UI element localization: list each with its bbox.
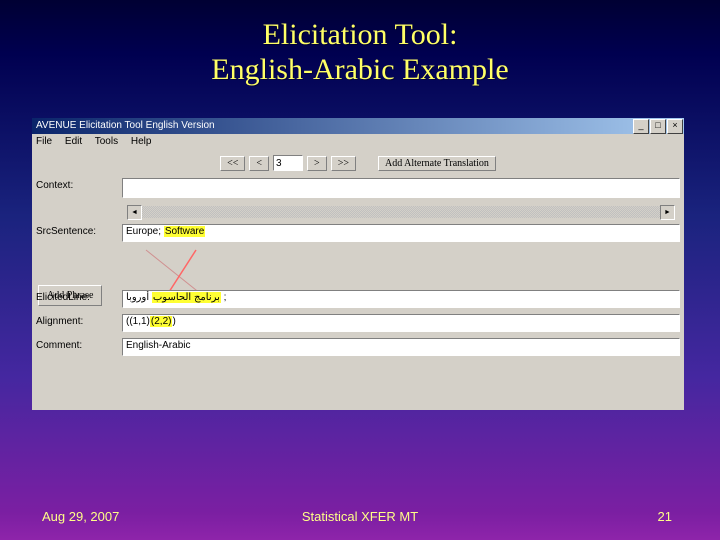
comment-label: Comment: — [36, 338, 122, 351]
source-field[interactable]: Europe; Software — [122, 224, 680, 242]
footer-center: Statistical XFER MT — [302, 509, 418, 524]
prev-button[interactable]: < — [249, 156, 269, 171]
index-input[interactable] — [273, 155, 303, 171]
maximize-button[interactable]: □ — [650, 119, 666, 134]
context-row: Context: ◄ ► — [36, 178, 680, 208]
menu-help[interactable]: Help — [131, 136, 152, 147]
alignment-highlight: (2,2) — [150, 316, 173, 327]
slide-footer: Aug 29, 2007 Statistical XFER MT 21 — [0, 509, 720, 524]
add-alternate-translation-button[interactable]: Add Alternate Translation — [378, 156, 496, 171]
footer-date: Aug 29, 2007 — [42, 509, 119, 524]
footer-page-number: 21 — [658, 509, 672, 524]
window-sys-buttons: _ □ × — [633, 119, 683, 134]
title-line-1: Elicitation Tool: — [263, 18, 458, 51]
context-label: Context: — [36, 178, 122, 191]
window-title: AVENUE Elicitation Tool English Version — [36, 118, 215, 134]
menu-edit[interactable]: Edit — [65, 136, 82, 147]
next-button[interactable]: > — [307, 156, 327, 171]
nav-toolbar: << < > >> Add Alternate Translation — [32, 152, 684, 174]
slide: Elicitation Tool: English-Arabic Example… — [0, 0, 720, 540]
alignment-post: ) — [172, 316, 175, 327]
source-label: SrcSentence: — [36, 224, 122, 237]
close-button[interactable]: × — [667, 119, 683, 134]
scroll-right-icon[interactable]: ► — [660, 205, 675, 220]
menu-file[interactable]: File — [36, 136, 52, 147]
slide-title: Elicitation Tool: English-Arabic Example — [0, 0, 720, 87]
comment-row: Comment: English-Arabic — [36, 338, 680, 356]
scrollbar-track[interactable] — [142, 206, 660, 218]
source-token-1: Europe; — [126, 226, 161, 237]
window-titlebar[interactable]: AVENUE Elicitation Tool English Version … — [32, 118, 684, 134]
menu-tools[interactable]: Tools — [95, 136, 118, 147]
elicited-label: ElicitedLine: — [36, 290, 122, 303]
elicited-token-highlight: ﺑﺮﻧﺎﻣﺞ اﻟﺤﺎﺳﻮب — [152, 292, 221, 303]
elicited-row: ElicitedLine: ﺑﺮﻧﺎﻣﺞ اﻟﺤﺎﺳﻮب أوروبا ; — [36, 290, 680, 308]
context-field[interactable] — [122, 178, 680, 198]
elicited-field[interactable]: ﺑﺮﻧﺎﻣﺞ اﻟﺤﺎﺳﻮب أوروبا ; — [122, 290, 680, 308]
window-body: << < > >> Add Alternate Translation Cont… — [32, 150, 684, 410]
first-button[interactable]: << — [220, 156, 245, 171]
minimize-button[interactable]: _ — [633, 119, 649, 134]
scroll-left-icon[interactable]: ◄ — [127, 205, 142, 220]
alignment-label: Alignment: — [36, 314, 122, 327]
comment-field[interactable]: English-Arabic — [122, 338, 680, 356]
title-line-2: English-Arabic Example — [211, 53, 508, 86]
alignment-field[interactable]: ((1,1)(2,2)) — [122, 314, 680, 332]
source-token-highlight: Software — [164, 226, 205, 237]
last-button[interactable]: >> — [331, 156, 356, 171]
app-window: AVENUE Elicitation Tool English Version … — [32, 118, 684, 410]
alignment-pre: ((1,1) — [126, 316, 150, 327]
alignment-row: Alignment: ((1,1)(2,2)) — [36, 314, 680, 332]
menu-bar: File Edit Tools Help — [32, 134, 684, 150]
context-scrollbar[interactable]: ◄ ► — [127, 206, 675, 218]
source-row: SrcSentence: Europe; Software — [36, 224, 680, 242]
